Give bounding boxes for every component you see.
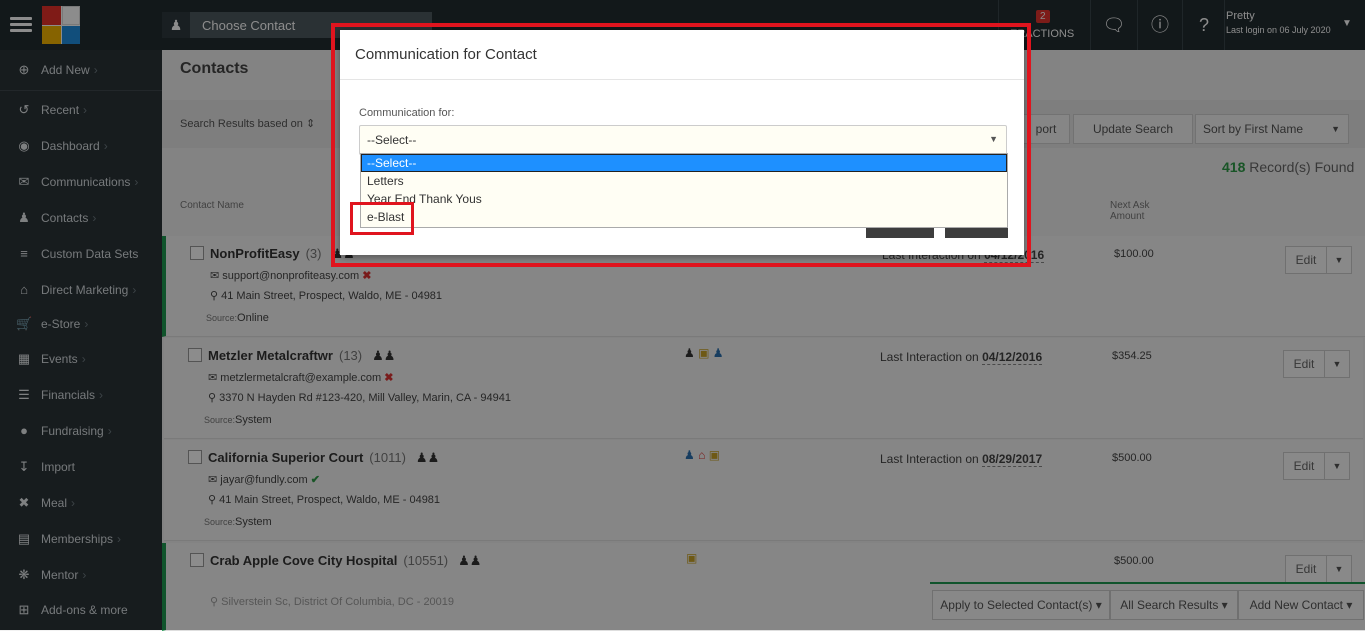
highlight-box-e-blast	[350, 202, 414, 235]
highlight-box-modal	[331, 23, 1031, 267]
